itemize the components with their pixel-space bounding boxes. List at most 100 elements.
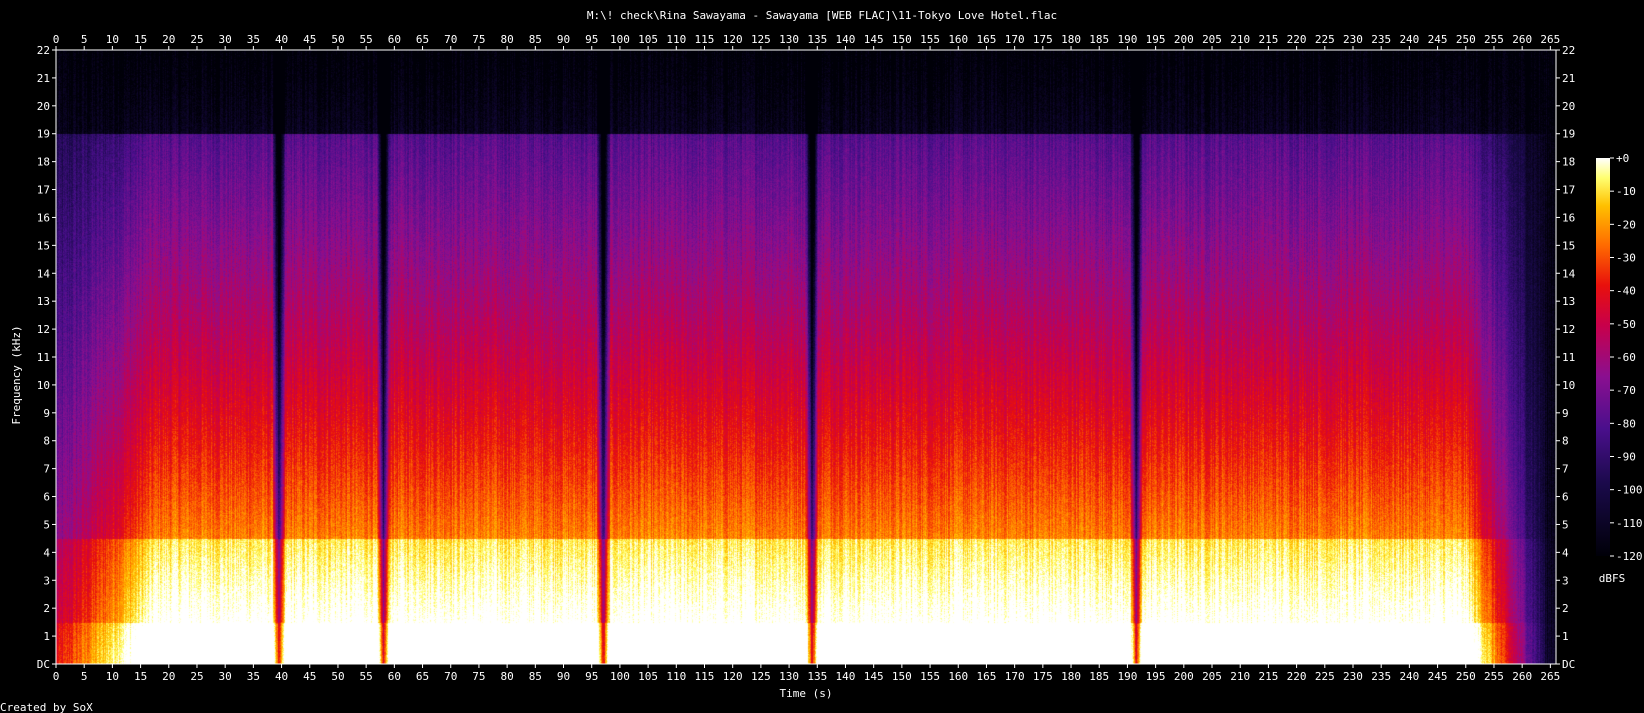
x-tick-label-bottom: 15 bbox=[134, 670, 147, 683]
x-tick-label-top: 120 bbox=[723, 33, 743, 46]
y-tick-label-right: 6 bbox=[1562, 491, 1569, 504]
colorbar-tick-label: -110 bbox=[1616, 517, 1643, 530]
x-tick-label-bottom: 140 bbox=[836, 670, 856, 683]
x-tick-label-top: 110 bbox=[666, 33, 686, 46]
colorbar-tick-label: -80 bbox=[1616, 417, 1636, 430]
footer-credit: Created by SoX bbox=[0, 701, 93, 713]
x-tick-label-top: 185 bbox=[1089, 33, 1109, 46]
x-tick-label-bottom: 225 bbox=[1315, 670, 1335, 683]
x-tick-label-top: 195 bbox=[1146, 33, 1166, 46]
colorbar-ticks: +0 -10 -20 -30 -40 -50 -60 -70 -80 -90 -100 -110 -12… bbox=[1610, 152, 1643, 563]
x-tick-label-top: 65 bbox=[416, 33, 429, 46]
x-tick-label-bottom: 210 bbox=[1230, 670, 1250, 683]
y-tick-label-right: 16 bbox=[1562, 211, 1575, 224]
x-tick-label-top: 240 bbox=[1399, 33, 1419, 46]
x-tick-label-top: 180 bbox=[1061, 33, 1081, 46]
x-tick-label-bottom: 70 bbox=[444, 670, 457, 683]
x-tick-label-top: 105 bbox=[638, 33, 658, 46]
y-tick-label-left: 11 bbox=[37, 351, 50, 364]
x-tick-label-bottom: 90 bbox=[557, 670, 570, 683]
y-tick-label-left: 10 bbox=[37, 379, 50, 392]
x-axis-top: 0 5 10 15 20 25 30 35 40 45 50 55 60 65 70 75 80 85 90 95 10… bbox=[53, 33, 1560, 50]
y-tick-label-right: 3 bbox=[1562, 574, 1569, 587]
x-tick-label-top: 190 bbox=[1117, 33, 1137, 46]
x-tick-label-top: 175 bbox=[1033, 33, 1053, 46]
x-tick-label-bottom: 130 bbox=[779, 670, 799, 683]
x-tick-label-top: 130 bbox=[779, 33, 799, 46]
y-tick-label-left: 20 bbox=[37, 100, 50, 113]
x-tick-label-top: 155 bbox=[920, 33, 940, 46]
x-axis-bottom: 0 5 10 15 20 25 30 35 40 45 50 55 60 65 70 75 80 85 90 95 10… bbox=[53, 664, 1560, 683]
x-tick-label-top: 100 bbox=[610, 33, 630, 46]
y-tick-label-left: 4 bbox=[43, 546, 50, 559]
x-tick-label-bottom: 220 bbox=[1287, 670, 1307, 683]
colorbar-tick-label: -50 bbox=[1616, 318, 1636, 331]
x-tick-label-top: 140 bbox=[836, 33, 856, 46]
x-tick-label-bottom: 235 bbox=[1371, 670, 1391, 683]
x-tick-label-top: 235 bbox=[1371, 33, 1391, 46]
x-tick-label-bottom: 40 bbox=[275, 670, 288, 683]
x-tick-label-bottom: 30 bbox=[219, 670, 232, 683]
x-tick-label-top: 165 bbox=[977, 33, 997, 46]
x-tick-label-bottom: 20 bbox=[162, 670, 175, 683]
y-tick-label-left: 15 bbox=[37, 239, 50, 252]
x-tick-label-bottom: 65 bbox=[416, 670, 429, 683]
x-tick-label-top: 135 bbox=[807, 33, 827, 46]
colorbar-tick-label: -70 bbox=[1616, 384, 1636, 397]
colorbar-tick-label: +0 bbox=[1616, 152, 1629, 165]
x-tick-label-top: 250 bbox=[1456, 33, 1476, 46]
y-tick-label-left: 1 bbox=[43, 630, 50, 643]
x-tick-label-top: 30 bbox=[219, 33, 232, 46]
x-tick-label-bottom: 100 bbox=[610, 670, 630, 683]
x-tick-label-top: 200 bbox=[1174, 33, 1194, 46]
y-tick-label-right: 13 bbox=[1562, 295, 1575, 308]
y-tick-label-right: 18 bbox=[1562, 156, 1575, 169]
y-tick-label-left: 19 bbox=[37, 128, 50, 141]
x-tick-label-bottom: 135 bbox=[807, 670, 827, 683]
colorbar-tick-label: -40 bbox=[1616, 285, 1636, 298]
x-tick-label-top: 35 bbox=[247, 33, 260, 46]
x-tick-label-top: 70 bbox=[444, 33, 457, 46]
colorbar-tick-label: -90 bbox=[1616, 451, 1636, 464]
x-tick-label-top: 90 bbox=[557, 33, 570, 46]
x-tick-label-bottom: 265 bbox=[1540, 670, 1560, 683]
y-tick-label-right: 22 bbox=[1562, 44, 1575, 57]
x-tick-label-bottom: 10 bbox=[106, 670, 119, 683]
x-tick-label-top: 225 bbox=[1315, 33, 1335, 46]
y-tick-label-left: 2 bbox=[43, 602, 50, 615]
y-tick-label-left: 17 bbox=[37, 184, 50, 197]
y-tick-label-left: 12 bbox=[37, 323, 50, 336]
x-tick-label-bottom: 160 bbox=[948, 670, 968, 683]
colorbar bbox=[1596, 158, 1610, 556]
x-tick-label-bottom: 185 bbox=[1089, 670, 1109, 683]
y-tick-label-right: 7 bbox=[1562, 463, 1569, 476]
y-tick-label-right: 11 bbox=[1562, 351, 1575, 364]
x-tick-label-top: 245 bbox=[1428, 33, 1448, 46]
colorbar-tick-label: -60 bbox=[1616, 351, 1636, 364]
y-tick-label-left: 21 bbox=[37, 72, 50, 85]
x-tick-label-top: 210 bbox=[1230, 33, 1250, 46]
x-tick-label-bottom: 45 bbox=[303, 670, 316, 683]
x-tick-label-bottom: 255 bbox=[1484, 670, 1504, 683]
x-tick-label-top: 50 bbox=[331, 33, 344, 46]
x-tick-label-top: 25 bbox=[190, 33, 203, 46]
y-tick-label-right: 5 bbox=[1562, 518, 1569, 531]
x-tick-label-top: 95 bbox=[585, 33, 598, 46]
x-tick-label-top: 125 bbox=[751, 33, 771, 46]
x-tick-label-top: 170 bbox=[1005, 33, 1025, 46]
y-axis-left: DC12345678910111213141516171819202122 bbox=[37, 44, 56, 671]
y-tick-label-right: 4 bbox=[1562, 546, 1569, 559]
x-tick-label-bottom: 35 bbox=[247, 670, 260, 683]
x-tick-label-top: 40 bbox=[275, 33, 288, 46]
y-tick-label-right: 2 bbox=[1562, 602, 1569, 615]
x-tick-label-bottom: 5 bbox=[81, 670, 88, 683]
x-tick-label-bottom: 180 bbox=[1061, 670, 1081, 683]
y-tick-label-left: 8 bbox=[43, 435, 50, 448]
x-tick-label-bottom: 85 bbox=[529, 670, 542, 683]
x-tick-label-bottom: 145 bbox=[864, 670, 884, 683]
y-tick-label-left: 22 bbox=[37, 44, 50, 57]
y-tick-label-right: 20 bbox=[1562, 100, 1575, 113]
y-tick-label-left: 3 bbox=[43, 574, 50, 587]
x-tick-label-top: 260 bbox=[1512, 33, 1532, 46]
colorbar-tick-label: -30 bbox=[1616, 252, 1636, 265]
